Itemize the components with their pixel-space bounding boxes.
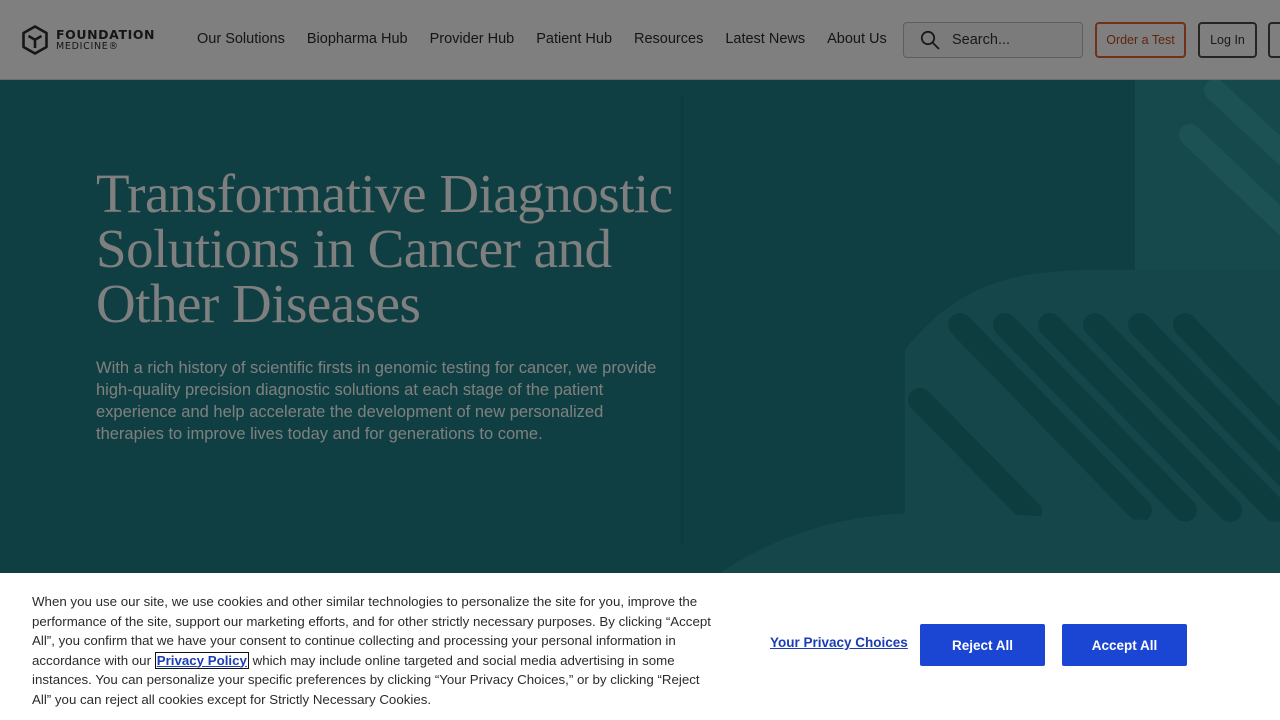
privacy-policy-link[interactable]: Privacy Policy <box>154 651 249 669</box>
reject-all-button[interactable]: Reject All <box>920 624 1045 666</box>
cookie-consent-banner: When you use our site, we use cookies an… <box>0 573 1280 720</box>
cookie-consent-text: When you use our site, we use cookies an… <box>32 592 712 709</box>
your-privacy-choices-link[interactable]: Your Privacy Choices <box>770 635 908 650</box>
accept-all-button[interactable]: Accept All <box>1062 624 1187 666</box>
